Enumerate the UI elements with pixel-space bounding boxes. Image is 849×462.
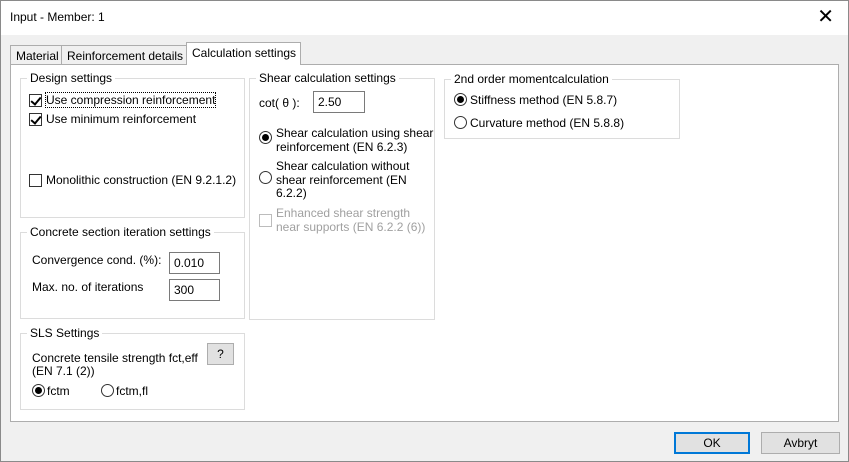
group-title: Shear calculation settings xyxy=(256,71,399,85)
tab-material[interactable]: Material xyxy=(10,45,62,64)
enhanced-shear-checkbox[interactable] xyxy=(259,214,272,227)
shear-using-label-1: Shear calculation using shear xyxy=(276,126,434,140)
use-minimum-checkbox[interactable] xyxy=(29,113,42,126)
use-compression-checkbox[interactable] xyxy=(29,94,42,107)
convergence-label: Convergence cond. (%): xyxy=(32,253,162,267)
tensile-strength-label: Concrete tensile strength fct,eff xyxy=(32,351,198,365)
convergence-input[interactable] xyxy=(169,252,220,274)
max-iterations-input[interactable] xyxy=(169,279,220,301)
shear-using-reinforcement-radio[interactable] xyxy=(259,131,272,144)
help-button[interactable]: ? xyxy=(207,343,234,365)
enhanced-shear-label-1: Enhanced shear strength xyxy=(276,206,411,220)
title-bar: Input - Member: 1 ✕ xyxy=(1,1,848,35)
curvature-method-radio[interactable] xyxy=(454,116,467,129)
ok-button[interactable]: OK xyxy=(674,432,750,454)
group-title: SLS Settings xyxy=(27,326,103,340)
iteration-settings-group: Concrete section iteration settings Conv… xyxy=(20,225,245,319)
sls-settings-group: SLS Settings Concrete tensile strength f… xyxy=(20,326,245,410)
enhanced-shear-label-2: near supports (EN 6.2.2 (6)) xyxy=(276,220,426,234)
design-settings-group: Design settings Use compression reinforc… xyxy=(20,71,245,218)
monolithic-label: Monolithic construction (EN 9.2.1.2) xyxy=(46,173,237,187)
tab-panel: Design settings Use compression reinforc… xyxy=(10,64,839,422)
shear-without-label-1: Shear calculation without xyxy=(276,159,410,173)
moment-calculation-group: 2nd order momentcalculation Stiffness me… xyxy=(444,72,680,139)
fctm-fl-radio[interactable] xyxy=(101,384,114,397)
dialog-window: Input - Member: 1 ✕ Material Reinforceme… xyxy=(0,0,849,462)
curvature-method-label: Curvature method (EN 5.8.8) xyxy=(470,116,625,130)
shear-using-label-2: reinforcement (EN 6.2.3) xyxy=(276,140,408,154)
fctm-fl-label: fctm,fl xyxy=(116,384,148,398)
use-minimum-label: Use minimum reinforcement xyxy=(46,112,197,126)
tab-reinforcement-details[interactable]: Reinforcement details xyxy=(61,45,187,64)
cot-theta-input[interactable] xyxy=(313,91,365,113)
window-title: Input - Member: 1 xyxy=(10,10,105,24)
monolithic-checkbox[interactable] xyxy=(29,174,42,187)
tab-label: Material xyxy=(16,49,59,63)
fctm-label: fctm xyxy=(47,384,70,398)
stiffness-method-label: Stiffness method (EN 5.8.7) xyxy=(470,93,618,107)
shear-without-label-2: shear reinforcement (EN xyxy=(276,173,407,187)
tab-label: Reinforcement details xyxy=(67,49,184,63)
use-compression-label: Use compression reinforcement xyxy=(44,92,217,108)
fctm-radio[interactable] xyxy=(32,384,45,397)
stiffness-method-radio[interactable] xyxy=(454,93,467,106)
tab-calculation-settings[interactable]: Calculation settings xyxy=(186,42,301,65)
tab-label: Calculation settings xyxy=(192,46,297,60)
group-title: Design settings xyxy=(27,71,116,85)
shear-without-label-3: 6.2.2) xyxy=(276,186,307,200)
cancel-button[interactable]: Avbryt xyxy=(761,432,840,454)
max-iterations-label: Max. no. of iterations xyxy=(32,280,144,294)
close-icon[interactable]: ✕ xyxy=(817,5,834,29)
shear-without-reinforcement-radio[interactable] xyxy=(259,171,272,184)
cot-theta-label: cot( θ ): xyxy=(259,96,300,110)
shear-settings-group: Shear calculation settings cot( θ ): She… xyxy=(249,71,435,320)
tensile-strength-ref: (EN 7.1 (2)) xyxy=(32,364,95,378)
group-title: 2nd order momentcalculation xyxy=(451,72,612,86)
group-title: Concrete section iteration settings xyxy=(27,225,214,239)
